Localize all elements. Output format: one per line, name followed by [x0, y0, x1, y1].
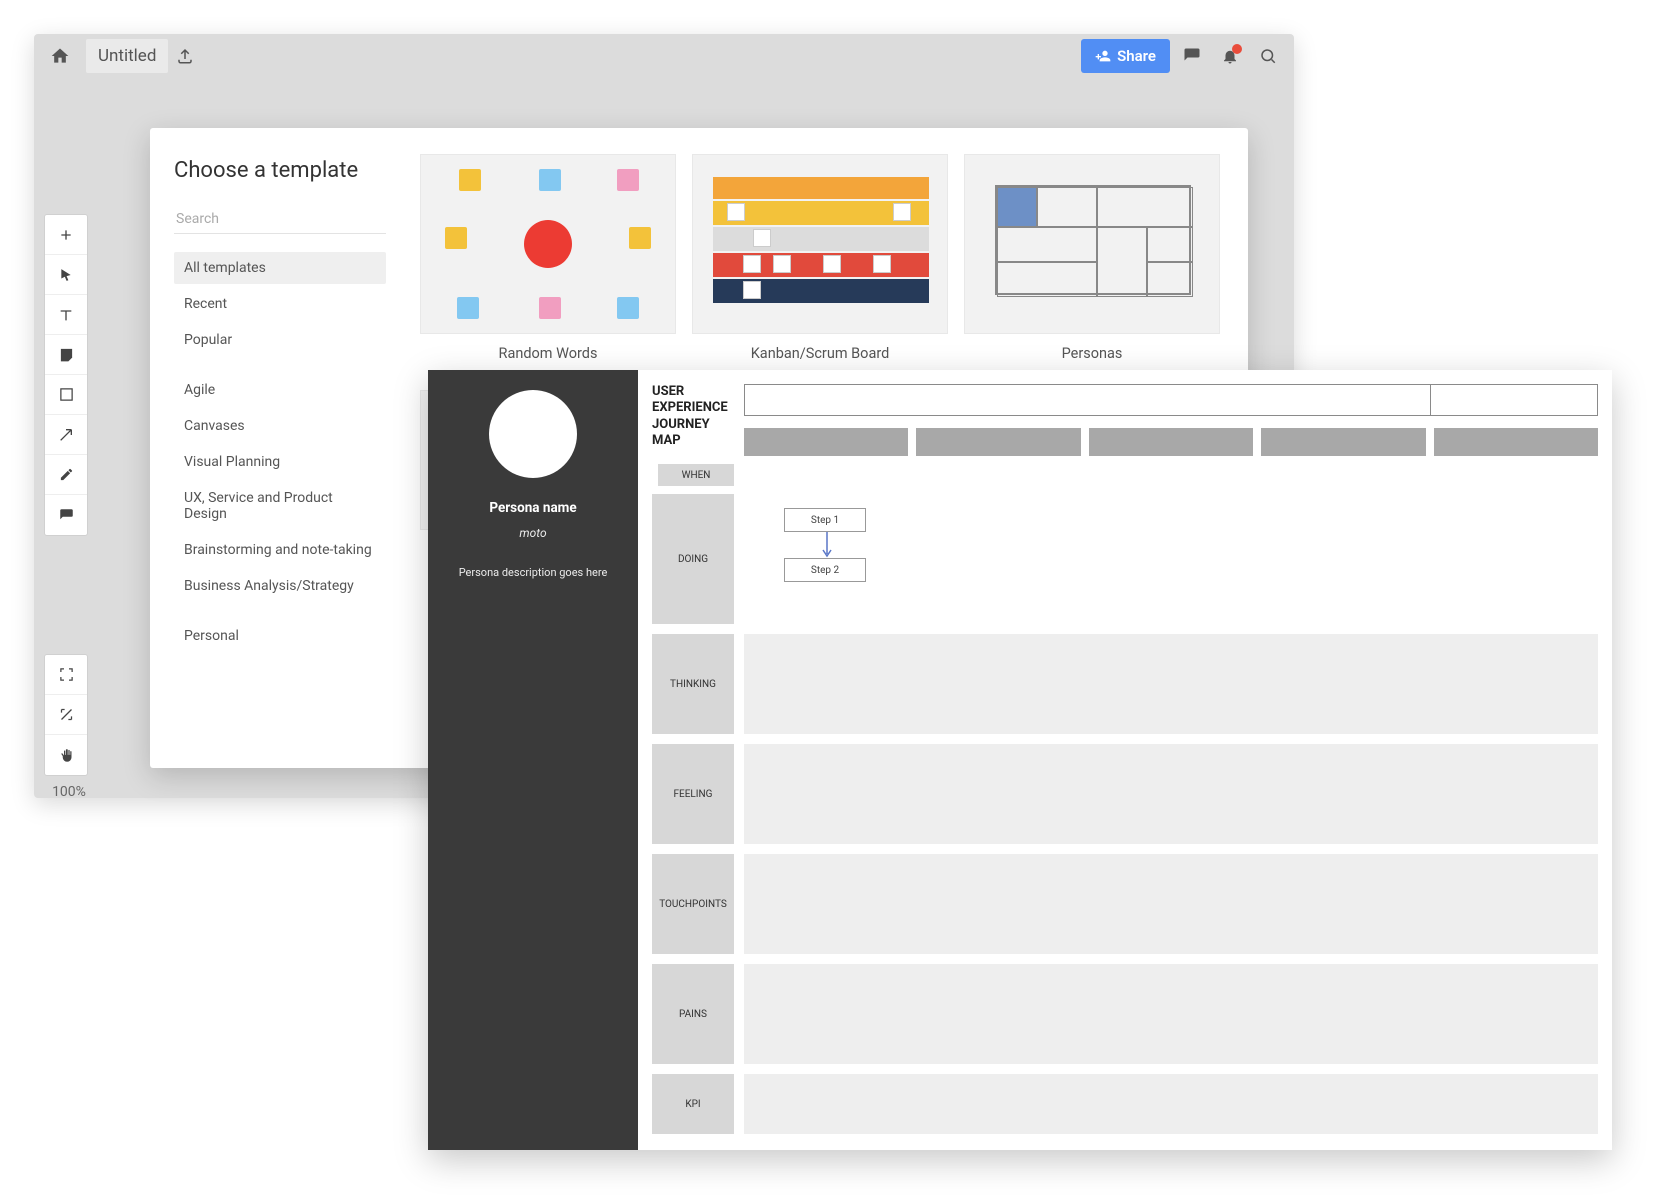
persona-avatar[interactable] [489, 390, 577, 478]
select-tool[interactable] [45, 255, 87, 295]
lane-thinking[interactable] [744, 634, 1598, 734]
sticky-note-tool[interactable] [45, 335, 87, 375]
lane-pains[interactable] [744, 964, 1598, 1064]
lane-feeling[interactable] [744, 744, 1598, 844]
step-arrow-icon [822, 532, 832, 560]
square-icon [59, 387, 74, 402]
step-box[interactable]: Step 2 [784, 558, 866, 582]
step-box[interactable]: Step 1 [784, 508, 866, 532]
note-icon [59, 347, 74, 362]
category-brainstorming[interactable]: Brainstorming and note-taking [174, 534, 386, 566]
category-recent[interactable]: Recent [174, 288, 386, 320]
template-card-random-words[interactable]: Random Words [420, 154, 676, 374]
fit-button[interactable] [45, 695, 87, 735]
template-sidebar: Choose a template All templates Recent P… [150, 128, 410, 768]
search-button[interactable] [1252, 40, 1284, 72]
pan-tool[interactable] [45, 735, 87, 775]
comments-button[interactable] [1176, 40, 1208, 72]
share-button[interactable]: Share [1081, 39, 1170, 73]
chat-icon [59, 508, 74, 523]
phase-column[interactable] [1261, 428, 1425, 456]
search-icon [1259, 47, 1277, 65]
cursor-icon [59, 268, 73, 282]
text-icon [58, 307, 74, 323]
notification-badge [1232, 44, 1242, 54]
expand-icon [59, 707, 74, 722]
template-thumb [692, 154, 948, 334]
journey-map-body: USER EXPERIENCE JOURNEY MAP WHEN DOING S… [638, 370, 1612, 1150]
template-card-kanban[interactable]: Kanban/Scrum Board [692, 154, 948, 374]
phase-column[interactable] [1089, 428, 1253, 456]
lane-kpi[interactable] [744, 1074, 1598, 1134]
template-label: Random Words [420, 334, 676, 374]
category-agile[interactable]: Agile [174, 374, 386, 406]
persona-name[interactable]: Persona name [444, 500, 622, 516]
home-button[interactable] [44, 40, 76, 72]
plus-icon [58, 227, 74, 243]
comment-tool[interactable] [45, 495, 87, 535]
phase-column[interactable] [744, 428, 908, 456]
journey-title-input[interactable] [744, 384, 1434, 416]
category-personal[interactable]: Personal [174, 620, 386, 652]
row-label-feeling: FEELING [652, 744, 734, 844]
journey-map-title: USER EXPERIENCE JOURNEY MAP [652, 384, 728, 449]
topbar: Untitled Share [34, 34, 1294, 77]
pen-tool[interactable] [45, 455, 87, 495]
row-label-pains: PAINS [652, 964, 734, 1064]
comment-icon [1183, 47, 1201, 65]
phase-column[interactable] [1434, 428, 1598, 456]
journey-persona-panel: Persona name moto Persona description go… [428, 370, 638, 1150]
persona-description[interactable]: Persona description goes here [444, 566, 622, 579]
person-plus-icon [1095, 48, 1111, 64]
row-label-touchpoints: TOUCHPOINTS [652, 854, 734, 954]
journey-date-input[interactable] [1430, 384, 1598, 416]
template-label: Personas [964, 334, 1220, 374]
fullscreen-icon [59, 667, 74, 682]
template-search-input[interactable] [174, 205, 386, 234]
upload-icon [176, 47, 194, 65]
arrow-icon [58, 427, 74, 443]
journey-map-window: Persona name moto Persona description go… [428, 370, 1612, 1150]
category-popular[interactable]: Popular [174, 324, 386, 356]
template-card-personas[interactable]: Personas [964, 154, 1220, 374]
pen-icon [59, 467, 74, 482]
row-label-doing: DOING [652, 494, 734, 624]
template-thumb [420, 154, 676, 334]
export-button[interactable] [168, 39, 202, 73]
persona-motto[interactable]: moto [444, 526, 622, 540]
category-business[interactable]: Business Analysis/Strategy [174, 570, 386, 602]
hand-icon [59, 748, 74, 763]
zoom-level[interactable]: 100% [44, 784, 94, 800]
text-tool[interactable] [45, 295, 87, 335]
phase-column[interactable] [916, 428, 1080, 456]
fullscreen-button[interactable] [45, 655, 87, 695]
row-label-kpi: KPI [652, 1074, 734, 1134]
template-thumb [964, 154, 1220, 334]
category-ux[interactable]: UX, Service and Product Design [174, 482, 386, 530]
add-tool[interactable] [45, 215, 87, 255]
arrow-tool[interactable] [45, 415, 87, 455]
row-label-thinking: THINKING [652, 634, 734, 734]
row-label-when: WHEN [658, 464, 734, 486]
lane-doing[interactable]: Step 1 Step 2 [744, 494, 1598, 624]
view-panel [44, 654, 88, 776]
template-label: Kanban/Scrum Board [692, 334, 948, 374]
share-label: Share [1117, 47, 1156, 65]
category-visual-planning[interactable]: Visual Planning [174, 446, 386, 478]
category-all-templates[interactable]: All templates [174, 252, 386, 284]
category-canvases[interactable]: Canvases [174, 410, 386, 442]
document-title-input[interactable]: Untitled [86, 39, 168, 73]
tools-panel [44, 214, 88, 536]
dialog-title: Choose a template [174, 158, 386, 183]
shape-tool[interactable] [45, 375, 87, 415]
home-icon [50, 46, 70, 66]
notifications-button[interactable] [1214, 40, 1246, 72]
journey-phases [744, 428, 1598, 456]
lane-touchpoints[interactable] [744, 854, 1598, 954]
